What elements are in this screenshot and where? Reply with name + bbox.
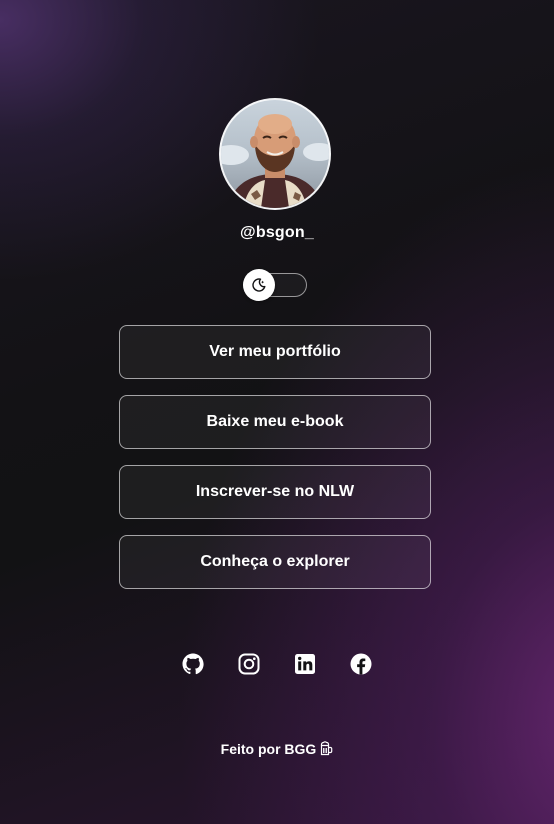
instagram-link[interactable] (237, 652, 261, 676)
footer-text: Feito por BGG (220, 741, 317, 757)
instagram-icon (238, 653, 260, 675)
explorer-link-button[interactable]: Conheça o explorer (119, 535, 431, 589)
footer: Feito por BGG (0, 741, 554, 759)
link-item: Conheça o explorer (119, 535, 431, 589)
portfolio-link-button[interactable]: Ver meu portfólio (119, 325, 431, 379)
profile-handle: @bsgon_ (240, 224, 314, 241)
github-link[interactable] (181, 652, 205, 676)
theme-toggle-knob[interactable] (243, 269, 275, 301)
theme-toggle-switch[interactable] (243, 269, 307, 301)
github-icon (182, 653, 204, 675)
page-container: @bsgon_ Ver meu portfólio Baixe meu e-bo… (0, 0, 554, 824)
facebook-icon (350, 653, 372, 675)
link-item: Baixe meu e-book (119, 395, 431, 449)
link-item: Inscrever-se no NLW (119, 465, 431, 519)
social-links (0, 652, 554, 676)
profile-avatar (219, 98, 331, 210)
link-item: Ver meu portfólio (119, 325, 431, 379)
linkedin-icon (295, 654, 315, 674)
ebook-link-button[interactable]: Baixe meu e-book (119, 395, 431, 449)
avatar-illustration (221, 114, 329, 208)
nlw-link-button[interactable]: Inscrever-se no NLW (119, 465, 431, 519)
linkedin-link[interactable] (293, 652, 317, 676)
moon-icon (252, 278, 266, 292)
facebook-link[interactable] (349, 652, 373, 676)
beer-mug-icon (320, 741, 333, 759)
link-list: Ver meu portfólio Baixe meu e-book Inscr… (119, 325, 431, 605)
